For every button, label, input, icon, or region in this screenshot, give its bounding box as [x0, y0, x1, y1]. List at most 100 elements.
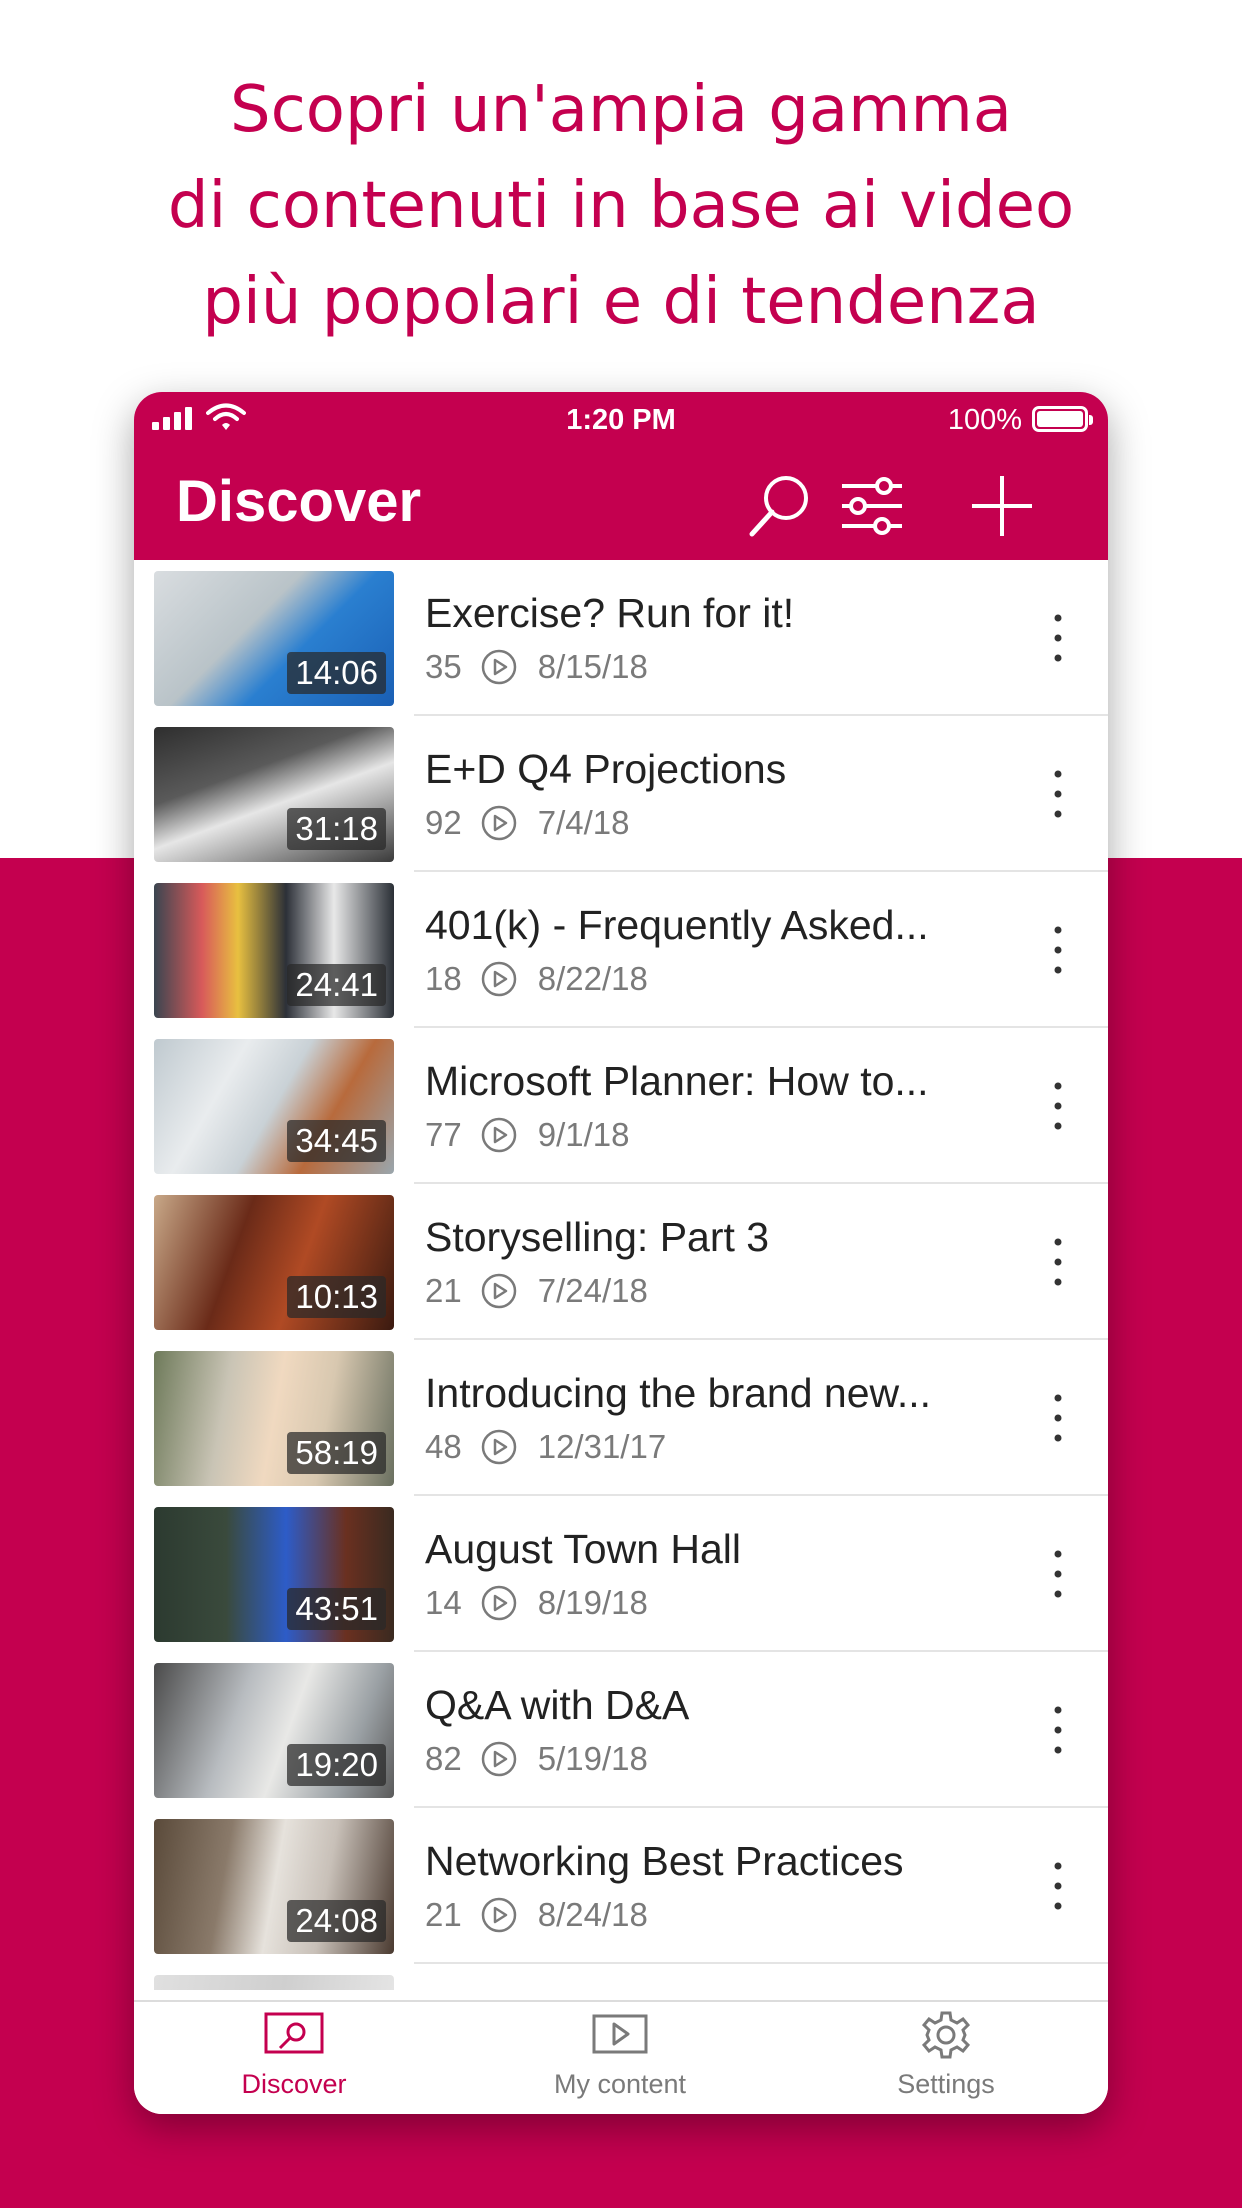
list-item[interactable]: 34:45 Microsoft Planner: How to... 77 9/… — [134, 1028, 1108, 1184]
phone-screen: 1:20 PM 100% Discover 14:06 Exercise? Ru… — [134, 392, 1108, 2114]
tab-settings[interactable]: Settings — [846, 2010, 1046, 2100]
play-icon — [481, 1117, 516, 1153]
video-thumbnail[interactable]: 10:13 — [154, 1195, 394, 1330]
more-icon[interactable] — [1040, 758, 1076, 830]
view-count: 14 — [425, 1584, 462, 1621]
video-meta: 18 8/22/18 — [425, 960, 648, 998]
add-icon[interactable] — [966, 470, 1038, 542]
video-date: 8/19/18 — [537, 1584, 648, 1621]
my-content-icon — [592, 2014, 648, 2054]
tab-my-content[interactable]: My content — [520, 2010, 720, 2100]
list-item[interactable]: 31:18 E+D Q4 Projections 92 7/4/18 — [134, 716, 1108, 872]
promo-line-2: di contenuti in base ai video — [167, 169, 1075, 243]
search-icon[interactable] — [744, 470, 816, 542]
duration-badge: 24:08 — [287, 1900, 386, 1942]
duration-badge: 58:19 — [287, 1432, 386, 1474]
list-item[interactable]: 14:06 Exercise? Run for it! 35 8/15/18 — [134, 560, 1108, 716]
view-count: 21 — [425, 1272, 462, 1309]
video-meta: 14 8/19/18 — [425, 1584, 648, 1622]
more-icon[interactable] — [1040, 602, 1076, 674]
tab-label-discover: Discover — [241, 2069, 347, 2099]
battery-icon — [1032, 406, 1093, 432]
play-icon — [481, 805, 516, 841]
video-date: 8/22/18 — [537, 960, 648, 997]
video-date: 8/24/18 — [537, 1896, 648, 1933]
video-date: 5/19/18 — [537, 1740, 648, 1777]
video-meta: 77 9/1/18 — [425, 1116, 629, 1154]
duration-badge: 31:18 — [287, 808, 386, 850]
video-title[interactable]: Storyselling: Part 3 — [425, 1214, 965, 1261]
tab-label-settings: Settings — [897, 2069, 995, 2099]
video-title[interactable]: August Town Hall — [425, 1526, 965, 1573]
video-meta: 48 12/31/17 — [425, 1428, 666, 1466]
view-count: 82 — [425, 1740, 462, 1777]
video-title[interactable]: Networking Best Practices — [425, 1838, 965, 1885]
tab-discover[interactable]: Discover — [194, 2010, 394, 2100]
video-title[interactable]: Exercise? Run for it! — [425, 590, 965, 637]
video-thumbnail[interactable]: 31:18 — [154, 727, 394, 862]
video-thumbnail[interactable]: 19:20 — [154, 1663, 394, 1798]
more-icon[interactable] — [1040, 1382, 1076, 1454]
duration-badge: 19:20 — [287, 1744, 386, 1786]
more-icon[interactable] — [1040, 1538, 1076, 1610]
filter-icon[interactable] — [836, 470, 908, 542]
video-thumbnail[interactable]: 58:19 — [154, 1351, 394, 1486]
duration-badge: 34:45 — [287, 1120, 386, 1162]
list-item[interactable]: 10:13 Storyselling: Part 3 21 7/24/18 — [134, 1184, 1108, 1340]
settings-icon — [921, 2011, 971, 2059]
video-title[interactable]: E+D Q4 Projections — [425, 746, 965, 793]
video-thumbnail[interactable]: 14:06 — [154, 571, 394, 706]
video-date: 7/4/18 — [537, 804, 630, 841]
more-icon[interactable] — [1040, 1850, 1076, 1922]
play-icon — [481, 961, 516, 997]
video-title[interactable]: Q&A with D&A — [425, 1682, 965, 1729]
view-count: 18 — [425, 960, 462, 997]
app-bar: Discover — [134, 448, 1108, 560]
page-title: Discover — [176, 469, 422, 534]
promo-line-1: Scopri un'ampia gamma — [229, 73, 1013, 147]
video-meta: 92 7/4/18 — [425, 804, 629, 842]
battery-percentage: 100% — [947, 404, 1022, 436]
video-thumbnail[interactable] — [154, 1975, 394, 1990]
tab-bar: Discover My content Settings — [134, 2000, 1108, 2114]
duration-badge: 14:06 — [287, 652, 386, 694]
list-item[interactable]: 43:51 August Town Hall 14 8/19/18 — [134, 1496, 1108, 1652]
video-title[interactable]: Microsoft Planner: How to... — [425, 1058, 965, 1105]
video-meta: 82 5/19/18 — [425, 1740, 648, 1778]
view-count: 77 — [425, 1116, 462, 1153]
list-item[interactable]: 58:19 Introducing the brand new... 48 12… — [134, 1340, 1108, 1496]
video-thumbnail[interactable]: 24:41 — [154, 883, 394, 1018]
video-thumbnail[interactable]: 43:51 — [154, 1507, 394, 1642]
more-icon[interactable] — [1040, 1694, 1076, 1766]
video-date: 9/1/18 — [537, 1116, 630, 1153]
play-icon — [481, 1585, 516, 1621]
video-meta: 21 7/24/18 — [425, 1272, 648, 1310]
discover-icon — [264, 2012, 324, 2054]
video-date: 7/24/18 — [537, 1272, 648, 1309]
play-icon — [481, 1897, 516, 1933]
list-item[interactable]: 19:20 Q&A with D&A 82 5/19/18 — [134, 1652, 1108, 1808]
video-thumbnail[interactable]: 34:45 — [154, 1039, 394, 1174]
list-item[interactable]: 24:08 Networking Best Practices 21 8/24/… — [134, 1808, 1108, 1964]
view-count: 21 — [425, 1896, 462, 1933]
play-icon — [481, 1741, 516, 1777]
view-count: 48 — [425, 1428, 462, 1465]
video-date: 8/15/18 — [537, 648, 648, 685]
video-date: 12/31/17 — [537, 1428, 667, 1465]
tab-label-my-content: My content — [553, 2069, 687, 2099]
video-title[interactable]: 401(k) - Frequently Asked... — [425, 902, 965, 949]
video-title[interactable]: Introducing the brand new... — [425, 1370, 965, 1417]
more-icon[interactable] — [1040, 914, 1076, 986]
video-list[interactable]: 14:06 Exercise? Run for it! 35 8/15/18 3… — [134, 560, 1108, 1990]
promo-line-3: più popolari e di tendenza — [202, 265, 1040, 339]
list-item[interactable]: 24:41 401(k) - Frequently Asked... 18 8/… — [134, 872, 1108, 1028]
list-item[interactable] — [134, 1964, 1108, 1990]
video-meta: 21 8/24/18 — [425, 1896, 648, 1934]
duration-badge: 10:13 — [287, 1276, 386, 1318]
video-meta: 35 8/15/18 — [425, 648, 648, 686]
duration-badge: 24:41 — [287, 964, 386, 1006]
play-icon — [481, 1429, 516, 1465]
more-icon[interactable] — [1040, 1226, 1076, 1298]
more-icon[interactable] — [1040, 1070, 1076, 1142]
video-thumbnail[interactable]: 24:08 — [154, 1819, 394, 1954]
